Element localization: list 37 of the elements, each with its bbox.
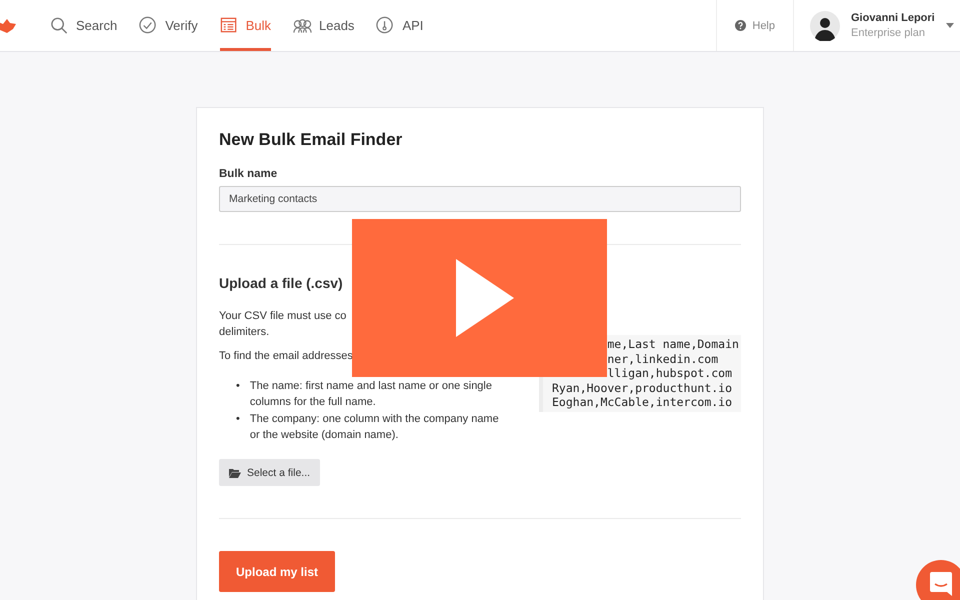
nav-tab[interactable]: Search (50, 0, 118, 51)
bullet-mark: • (236, 412, 240, 427)
chat-icon (930, 572, 952, 596)
form-title: New Bulk Email Finder (219, 130, 404, 150)
caret-icon[interactable] (946, 23, 954, 28)
nav-tab[interactable]: API (376, 0, 424, 51)
api-icon (376, 16, 396, 35)
nav-tab[interactable]: Leads (293, 0, 354, 51)
bullet-text: The name: first name and last name or one single columns for the full name. (250, 379, 493, 410)
play-icon (456, 259, 514, 337)
video-play-overlay[interactable] (352, 219, 607, 377)
csv-line: Ryan,Hoover,producthunt.io (552, 380, 732, 395)
help-icon[interactable] (735, 20, 746, 31)
select-file-button[interactable]: Select a file... (219, 459, 320, 486)
instruction-text: Your CSV file must use co (219, 309, 346, 324)
bullet-text: The company: one column with the company name or the website (domain name). (250, 412, 500, 443)
section-title: Upload a file (.csv) (219, 275, 344, 291)
bulk-icon (220, 16, 239, 35)
avatar-icon[interactable] (810, 10, 840, 40)
nav-tab[interactable]: Bulk (220, 0, 272, 51)
field-label: Bulk name (219, 168, 278, 180)
user-name: Giovanni Lepori (851, 12, 935, 24)
help-link[interactable]: Help (752, 20, 775, 32)
search-icon (50, 16, 69, 35)
csv-line: Eoghan,McCable,intercom.io (552, 395, 732, 410)
csv-line: me,Last name,Domain (607, 337, 739, 352)
folder-icon (229, 468, 241, 478)
bulk-name-field[interactable]: Marketing contacts (219, 186, 741, 212)
instruction-text: delimiters. (219, 325, 270, 340)
instruction-text: To find the email addresses (219, 349, 353, 364)
user-plan: Enterprise plan (851, 27, 926, 39)
bullet-mark: • (236, 379, 240, 394)
chat-button[interactable] (916, 560, 960, 600)
csv-line: lligan,hubspot.com (607, 366, 732, 380)
csv-line: ner,linkedin.com (607, 352, 718, 366)
nav-tab[interactable]: Verify (139, 0, 198, 51)
verify-icon (139, 16, 158, 35)
